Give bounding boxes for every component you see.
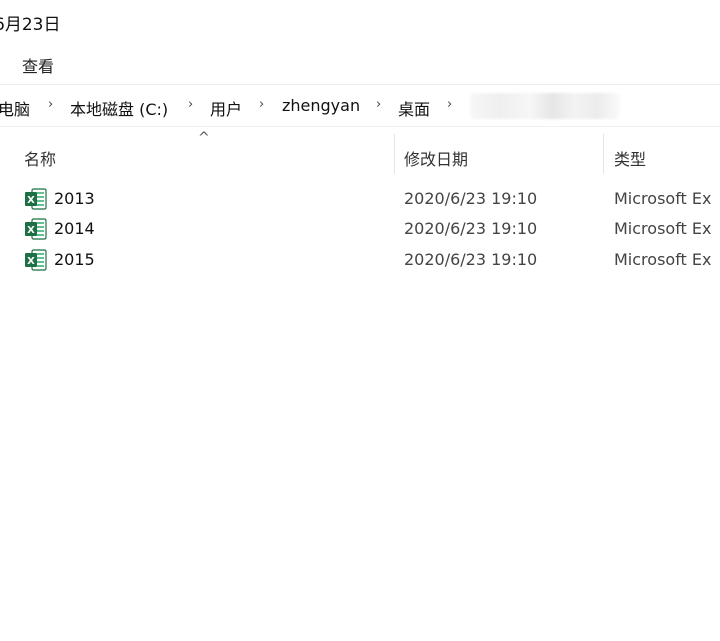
file-type: Microsoft Ex	[614, 219, 712, 238]
excel-file-icon: X	[24, 188, 48, 210]
file-date: 2020/6/23 19:10	[404, 250, 538, 269]
breadcrumb-desktop[interactable]: 桌面	[398, 96, 430, 120]
svg-text:X: X	[27, 195, 35, 206]
column-header-date[interactable]: 修改日期	[404, 146, 468, 170]
tab-view[interactable]: 查看	[22, 53, 54, 77]
sort-ascending-icon: ^	[198, 130, 210, 146]
column-header-row: ^ 名称 修改日期 类型	[0, 130, 720, 174]
column-header-type[interactable]: 类型	[614, 146, 646, 170]
chevron-right-icon[interactable]: ›	[447, 97, 452, 112]
file-date: 2020/6/23 19:10	[404, 189, 538, 208]
address-bar[interactable]: 电脑 › 本地磁盘 (C:) › 用户 › zhengyan › 桌面 ›	[0, 90, 720, 124]
file-type: Microsoft Ex	[614, 250, 712, 269]
column-separator[interactable]	[394, 134, 395, 174]
chevron-right-icon[interactable]: ›	[188, 97, 193, 112]
breadcrumb-users[interactable]: 用户	[210, 96, 242, 120]
file-name: 2015	[54, 250, 95, 269]
excel-file-icon: X	[24, 218, 48, 240]
file-row[interactable]: X 2013 2020/6/23 19:10 Microsoft Ex	[0, 184, 720, 214]
blurred-region	[470, 93, 620, 119]
ribbon-divider	[0, 84, 720, 85]
chevron-right-icon[interactable]: ›	[259, 97, 264, 112]
breadcrumb-pc[interactable]: 电脑	[0, 96, 30, 120]
window-title: 6月23日	[0, 15, 61, 35]
chevron-right-icon[interactable]: ›	[376, 97, 381, 112]
file-name: 2013	[54, 189, 95, 208]
column-header-name[interactable]: 名称	[24, 146, 56, 170]
address-divider	[0, 126, 720, 127]
file-date: 2020/6/23 19:10	[404, 219, 538, 238]
breadcrumb-user-folder[interactable]: zhengyan	[282, 96, 360, 115]
svg-text:X: X	[27, 225, 35, 236]
excel-file-icon: X	[24, 249, 48, 271]
svg-text:X: X	[27, 256, 35, 267]
file-row[interactable]: X 2014 2020/6/23 19:10 Microsoft Ex	[0, 214, 720, 244]
file-type: Microsoft Ex	[614, 189, 712, 208]
file-row[interactable]: X 2015 2020/6/23 19:10 Microsoft Ex	[0, 245, 720, 275]
ribbon: 查看	[0, 42, 720, 82]
chevron-right-icon[interactable]: ›	[48, 97, 53, 112]
file-name: 2014	[54, 219, 95, 238]
breadcrumb-local-disk[interactable]: 本地磁盘 (C:)	[70, 96, 168, 120]
column-separator[interactable]	[603, 134, 604, 174]
